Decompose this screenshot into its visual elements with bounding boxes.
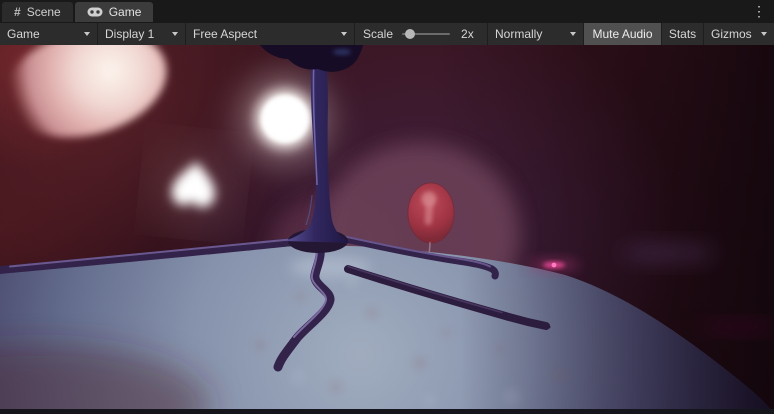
chevron-down-icon (570, 32, 576, 36)
aspect-ratio-label: Free Aspect (193, 27, 257, 41)
play-mode-dropdown[interactable]: Normally (488, 23, 583, 45)
scene-grid-icon: # (14, 6, 21, 18)
lens-flare (528, 259, 580, 271)
stats-label: Stats (669, 27, 696, 41)
tab-game[interactable]: Game (75, 2, 154, 22)
chevron-down-icon (341, 32, 347, 36)
chevron-down-icon (761, 32, 767, 36)
aspect-ratio-dropdown[interactable]: Free Aspect (186, 23, 354, 45)
mute-audio-button[interactable]: Mute Audio (584, 23, 661, 45)
display-label: Display 1 (105, 27, 154, 41)
render-target-label: Game (7, 27, 40, 41)
tab-scene-label: Scene (27, 5, 61, 19)
tab-game-label: Game (109, 5, 142, 19)
chevron-down-icon (84, 32, 90, 36)
tab-bar: # Scene Game ⋮ (0, 0, 774, 22)
game-viewport[interactable] (0, 45, 774, 414)
chevron-down-icon (172, 32, 178, 36)
render-target-dropdown[interactable]: Game (0, 23, 97, 45)
display-dropdown[interactable]: Display 1 (98, 23, 185, 45)
scale-value: 2x (461, 27, 474, 41)
game-render (0, 45, 774, 414)
gizmos-dropdown[interactable]: Gizmos (703, 23, 774, 45)
bottom-strip (0, 409, 774, 414)
more-options-icon[interactable]: ⋮ (752, 2, 766, 20)
game-view-toolbar: Game Display 1 Free Aspect Scale 2x Norm… (0, 22, 774, 45)
scale-slider[interactable] (402, 33, 450, 35)
tab-scene[interactable]: # Scene (2, 2, 73, 22)
mute-audio-label: Mute Audio (592, 27, 652, 41)
scale-control: Scale 2x (355, 23, 487, 45)
scale-slider-knob[interactable] (405, 29, 415, 39)
unity-game-window: # Scene Game ⋮ Game Display 1 Free Aspec… (0, 0, 774, 414)
play-mode-label: Normally (495, 27, 542, 41)
scale-label: Scale (363, 27, 393, 41)
gizmos-label: Gizmos (711, 27, 752, 41)
gamepad-icon (87, 7, 103, 17)
stats-button[interactable]: Stats (661, 23, 703, 45)
